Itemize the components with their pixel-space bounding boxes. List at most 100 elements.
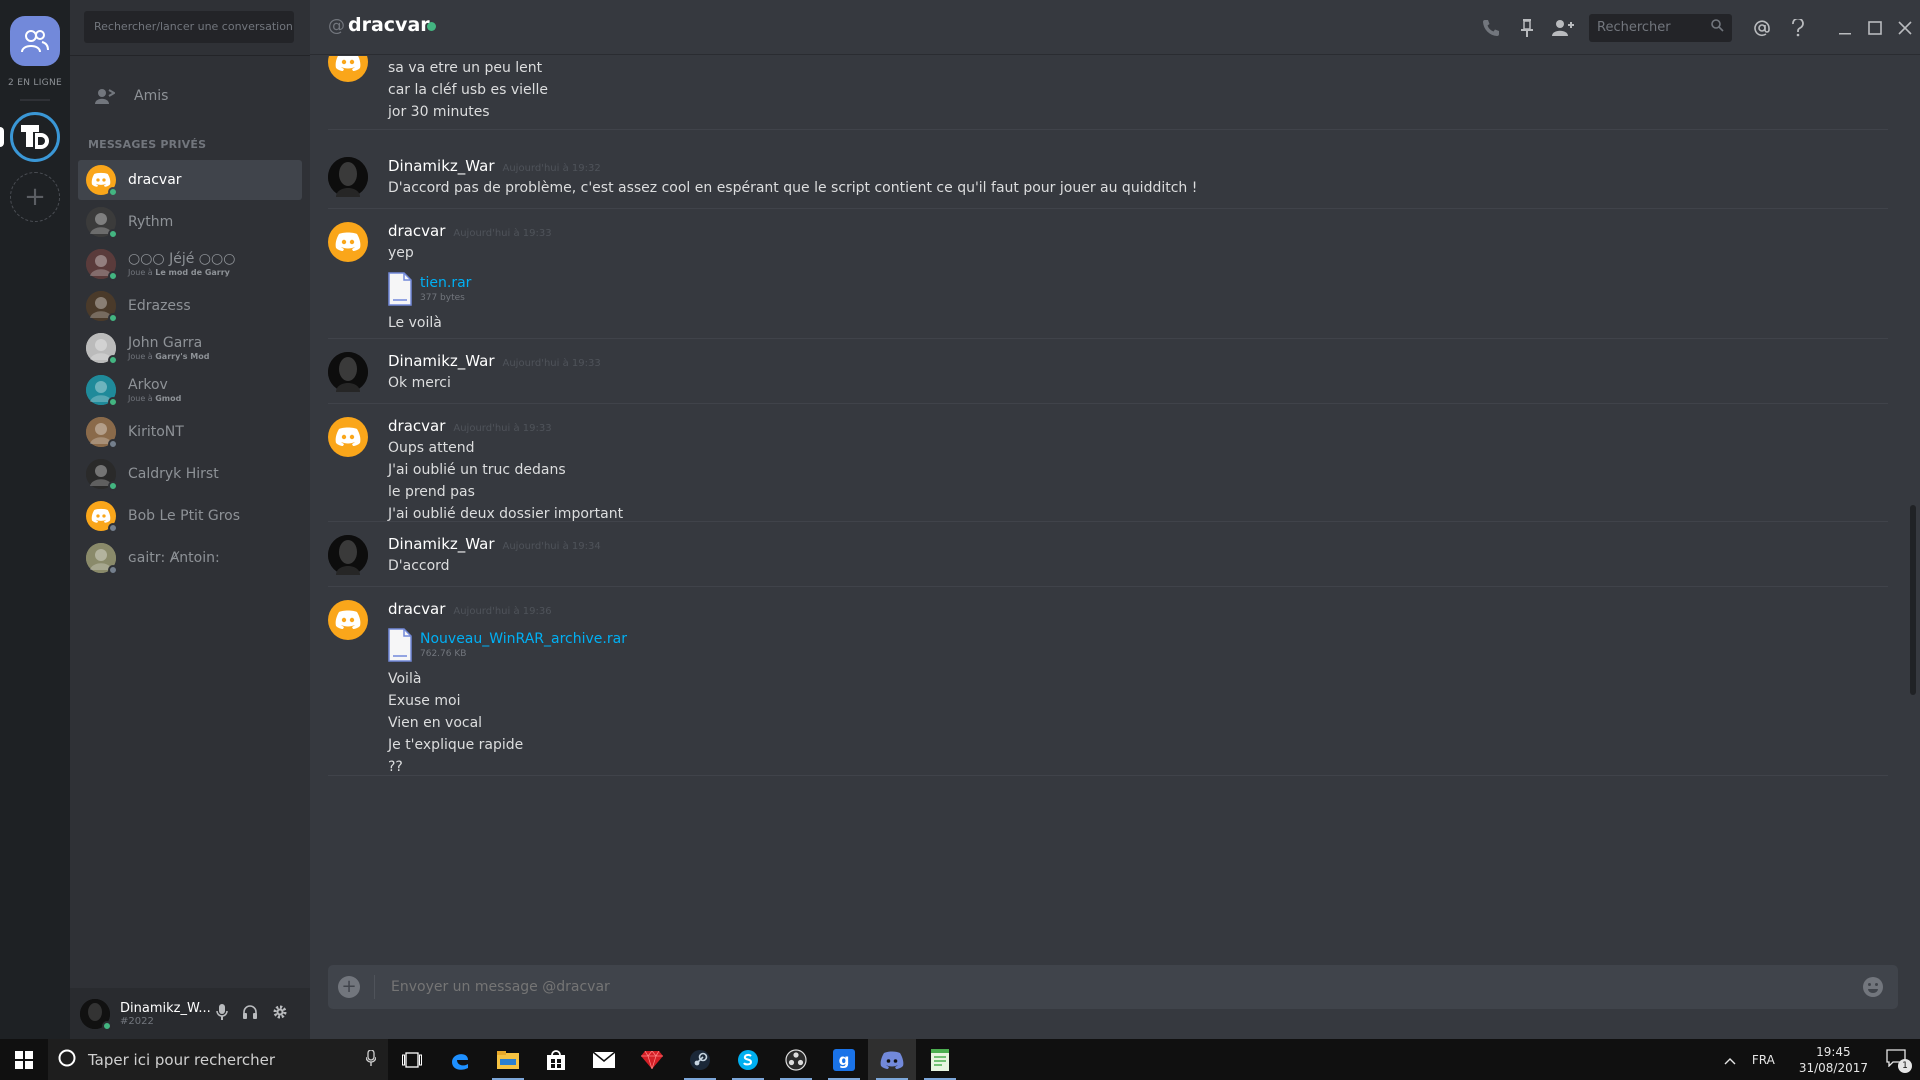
dm-item[interactable]: Edrazess [78,286,302,326]
dm-item[interactable]: Arkov Joue à Gmod [78,370,302,410]
edge-icon[interactable] [436,1039,484,1080]
message-timestamp: Aujourd'hui à 19:36 [453,606,552,617]
file-explorer-icon[interactable] [484,1039,532,1080]
minimize-icon[interactable] [1830,21,1860,35]
dm-item-name: KiritoNT [128,424,184,440]
message-text: Ok merci [388,375,451,391]
start-button[interactable] [0,1039,48,1080]
task-view-icon[interactable] [388,1039,436,1080]
header-toolbar: Rechercher [1473,0,1920,55]
microphone-icon[interactable] [216,1003,228,1024]
avatar[interactable] [328,352,368,392]
add-server-button[interactable]: + [10,172,60,222]
server-rail: 2 EN LIGNE + [0,0,70,1039]
avatar [86,333,118,365]
upload-plus-button[interactable]: + [338,976,360,998]
file-attachment: Nouveau_WinRAR_archive.rar 762.76 KB [388,628,627,662]
chevron-up-icon[interactable] [1724,1050,1736,1069]
message-text: Exuse moi [388,693,461,709]
activity-game: Le mod de Garry [155,268,230,277]
dm-item[interactable]: Rythm [78,202,302,242]
current-user-tag: #2022 [120,1015,154,1027]
message-author[interactable]: dracvar [388,222,445,240]
avatar[interactable] [328,56,368,82]
add-friend-icon[interactable] [1545,19,1581,37]
message-author[interactable]: Dinamikz_War [388,352,495,370]
help-icon[interactable] [1780,18,1816,37]
scrollbar-thumb[interactable] [1910,505,1916,695]
skype-icon[interactable] [724,1039,772,1080]
avatar[interactable] [328,157,368,197]
status-online-dot [102,1020,112,1031]
clock-time: 19:45 [1816,1044,1851,1059]
obs-icon[interactable] [772,1039,820,1080]
avatar[interactable] [328,600,368,640]
dm-item[interactable]: Bob Le Ptit Gros [78,496,302,536]
emoji-picker-icon[interactable] [1862,976,1884,998]
clock-date: 31/08/2017 [1798,1060,1868,1075]
status-offline-dot [108,565,118,575]
dm-item[interactable]: John Garra Joue à Garry's Mod [78,328,302,368]
chat-header: @ dracvar Rechercher [310,0,1920,55]
attachment-link[interactable]: Nouveau_WinRAR_archive.rar [420,631,627,647]
message-author[interactable]: Dinamikz_War [388,157,495,175]
avatar[interactable] [80,998,112,1031]
message-text: Oups attend [388,440,475,456]
mentions-icon[interactable] [1744,19,1780,37]
header-search-input[interactable]: Rechercher [1589,13,1732,42]
dm-item[interactable]: ɢaitr꞉ Ⱥntoin꞉ [78,538,302,578]
maximize-icon[interactable] [1860,20,1890,35]
current-username: Dinamikz_W... [120,1000,211,1016]
avatar [86,543,118,575]
dm-item-activity: Joue à Gmod [128,394,181,403]
ruby-icon[interactable] [628,1039,676,1080]
file-attachment: tien.rar 377 bytes [388,272,552,306]
avatar [86,207,118,239]
dm-search-input[interactable]: Rechercher/lancer une conversation [84,11,294,43]
close-icon[interactable] [1890,20,1920,35]
dm-item-name: John Garra [128,335,203,351]
dm-item[interactable]: ○○○ Jéjé ○○○ Joue à Le mod de Garry [78,244,302,284]
language-indicator[interactable]: FRA [1752,1053,1775,1067]
windows-taskbar: Taper ici pour rechercher g FRA 19:45 31… [0,1039,1920,1080]
page-title: dracvar [348,14,430,36]
g-app-icon[interactable]: g [820,1039,868,1080]
settings-gear-icon[interactable] [272,1004,288,1024]
status-online-dot [108,481,118,491]
attachment-link[interactable]: tien.rar [420,275,471,291]
dm-item[interactable]: KiritoNT [78,412,302,452]
avatar[interactable] [328,535,368,575]
dm-item[interactable]: Caldryk Hirst [78,454,302,494]
notepad-icon[interactable] [916,1039,964,1080]
message-text: Vien en vocal [388,715,483,731]
dm-item[interactable]: dracvar [78,160,302,200]
avatar[interactable] [328,222,368,262]
message-input[interactable] [389,978,1862,996]
clock[interactable]: 19:45 31/08/2017 [1799,1044,1868,1076]
status-online-dot [108,397,118,407]
store-icon[interactable] [532,1039,580,1080]
message-author[interactable]: dracvar [388,417,445,435]
steam-icon[interactable] [676,1039,724,1080]
mail-icon[interactable] [580,1039,628,1080]
status-online-dot [108,313,118,323]
activity-game: Garry's Mod [155,352,210,361]
discord-icon[interactable] [868,1039,916,1080]
notification-center-icon[interactable]: 1 [1886,1048,1912,1073]
message-author[interactable]: Dinamikz_War [388,535,495,553]
user-panel: Dinamikz_W... #2022 [70,988,310,1039]
pin-icon[interactable] [1509,18,1545,38]
taskbar-search-input[interactable]: Taper ici pour rechercher [48,1039,388,1080]
avatar[interactable] [328,417,368,457]
dm-item-name: Caldryk Hirst [128,466,219,482]
message-author[interactable]: dracvar [388,600,445,618]
headphones-icon[interactable] [242,1004,258,1024]
private-messages-header: MESSAGES PRIVÉS [88,138,207,151]
phone-call-icon[interactable] [1473,18,1509,38]
avatar [86,249,118,281]
message-text: ?? [388,759,403,775]
friends-nav-item[interactable]: Amis [78,80,302,112]
friends-home-button[interactable] [10,16,60,66]
server-icon-td[interactable] [10,112,60,162]
activity-game: Gmod [155,394,182,403]
